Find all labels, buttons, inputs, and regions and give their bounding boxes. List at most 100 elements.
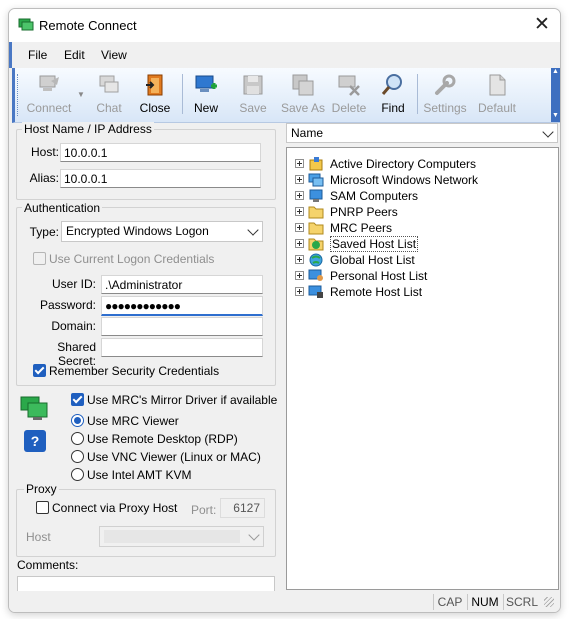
overflow-up-icon: ▲ <box>552 68 559 75</box>
toolbar-overflow-button[interactable]: ▲ ▼ <box>551 68 560 122</box>
shared-secret-input[interactable] <box>101 338 263 357</box>
tree-item-label: PNRP Peers <box>330 205 398 219</box>
menu-bar: File Edit View <box>9 42 560 68</box>
close-button[interactable]: Close <box>135 71 175 119</box>
tree-item-label: Saved Host List <box>330 236 419 252</box>
viewer-radio-amt[interactable] <box>71 468 84 481</box>
userid-label: User ID: <box>51 277 96 291</box>
personal-host-icon <box>308 269 323 281</box>
menu-edit[interactable]: Edit <box>64 48 85 62</box>
close-window-button[interactable]: ✕ <box>529 14 555 36</box>
chat-button[interactable]: Chat <box>89 71 129 119</box>
folder-icon <box>308 206 324 219</box>
expand-icon[interactable] <box>295 271 304 280</box>
domain-input[interactable] <box>101 317 263 336</box>
viewer-radio-rdp[interactable] <box>71 432 84 445</box>
remote-host-icon <box>308 285 323 298</box>
host-group-title: Host Name / IP Address <box>22 122 154 136</box>
default-button[interactable]: Default <box>473 71 521 119</box>
proxy-host-label: Host <box>26 530 51 544</box>
expand-icon[interactable] <box>295 287 304 296</box>
host-input[interactable]: 10.0.0.1 <box>60 143 261 162</box>
tree-item-label: Active Directory Computers <box>330 157 477 171</box>
toolbar-grip[interactable] <box>17 74 21 116</box>
viewer-option-label: Use Intel AMT KVM <box>87 468 192 482</box>
proxy-host-select[interactable] <box>99 526 264 547</box>
proxy-group-title: Proxy <box>24 482 59 496</box>
auth-type-select[interactable]: Encrypted Windows Logon <box>61 221 263 242</box>
save-as-button[interactable]: Save As <box>277 71 329 119</box>
connect-icon <box>39 75 59 91</box>
active-directory-icon <box>309 157 323 171</box>
connect-dropdown-arrow[interactable]: ▼ <box>77 90 85 99</box>
tree-item-label: Personal Host List <box>330 269 428 283</box>
find-button[interactable]: Find <box>375 71 411 119</box>
find-icon <box>381 74 402 95</box>
connect-button[interactable]: Connect <box>23 71 75 119</box>
delete-label: Delete <box>331 101 367 115</box>
port-label: Port: <box>191 503 217 517</box>
find-label: Find <box>381 101 405 115</box>
password-input[interactable]: ●●●●●●●●●●●● <box>101 296 263 316</box>
save-as-icon <box>292 74 314 96</box>
mirror-driver-checkbox[interactable] <box>71 393 84 406</box>
viewer-radio-mrc[interactable] <box>71 414 84 427</box>
remember-credentials-checkbox[interactable] <box>33 364 46 377</box>
password-label: Password: <box>39 298 96 312</box>
expand-icon[interactable] <box>295 255 304 264</box>
default-label: Default <box>477 101 517 115</box>
sam-computers-icon <box>309 189 323 202</box>
help-icon[interactable]: ? <box>24 430 46 452</box>
port-input[interactable]: 6127 <box>220 498 265 518</box>
monitors-icon <box>20 396 48 420</box>
new-button[interactable]: New <box>186 71 226 119</box>
expand-icon[interactable] <box>295 223 304 232</box>
windows-network-icon <box>308 173 324 187</box>
use-current-logon-checkbox[interactable] <box>33 252 46 265</box>
title-bar: Remote Connect ✕ <box>9 9 560 42</box>
domain-label: Domain: <box>51 319 96 333</box>
chevron-down-icon <box>247 224 259 236</box>
expand-icon[interactable] <box>295 191 304 200</box>
close-door-icon <box>146 74 163 96</box>
connect-via-proxy-checkbox[interactable] <box>36 501 49 514</box>
menu-view[interactable]: View <box>101 48 127 62</box>
scroll-indicator: SCRL <box>503 594 540 610</box>
chevron-down-icon <box>248 529 260 541</box>
save-icon <box>243 75 263 95</box>
expand-icon[interactable] <box>295 207 304 216</box>
userid-input[interactable]: .\Administrator <box>101 275 263 294</box>
viewer-radio-vnc[interactable] <box>71 450 84 463</box>
remote-connect-window: Remote Connect ✕ File Edit View Connect … <box>8 8 561 613</box>
alias-input[interactable]: 10.0.0.1 <box>60 169 261 188</box>
save-label: Save <box>239 101 267 115</box>
expand-icon[interactable] <box>295 239 304 248</box>
host-group <box>16 129 276 200</box>
settings-button[interactable]: Settings <box>421 71 469 119</box>
new-icon <box>195 75 217 92</box>
folder-icon <box>308 222 324 235</box>
globe-icon <box>309 253 323 267</box>
tree-item-label: SAM Computers <box>330 189 419 203</box>
expand-icon[interactable] <box>295 175 304 184</box>
delete-button[interactable]: Delete <box>327 71 371 119</box>
use-current-logon-label: Use Current Logon Credentials <box>49 252 215 266</box>
host-tree[interactable]: Active Directory Computers Microsoft Win… <box>286 147 559 590</box>
comments-input[interactable] <box>17 576 275 591</box>
resize-grip[interactable] <box>544 597 554 607</box>
save-button[interactable]: Save <box>233 71 273 119</box>
menu-file[interactable]: File <box>28 48 47 62</box>
viewer-option-label: Use MRC Viewer <box>87 414 179 428</box>
viewer-option-label: Use Remote Desktop (RDP) <box>87 432 238 446</box>
status-bar: CAP NUM SCRL <box>9 591 560 612</box>
sort-select[interactable]: Name <box>286 123 558 143</box>
sort-value: Name <box>291 126 324 140</box>
toolbar: Connect ▼ Chat Close New Save Save As De… <box>12 68 560 123</box>
tree-item-label: Global Host List <box>330 253 415 267</box>
alias-label: Alias: <box>29 171 59 185</box>
authentication-group-title: Authentication <box>22 201 103 215</box>
chat-icon <box>99 75 119 93</box>
viewer-option-label: Use VNC Viewer (Linux or MAC) <box>87 450 261 464</box>
new-label: New <box>193 101 218 115</box>
expand-icon[interactable] <box>295 159 304 168</box>
